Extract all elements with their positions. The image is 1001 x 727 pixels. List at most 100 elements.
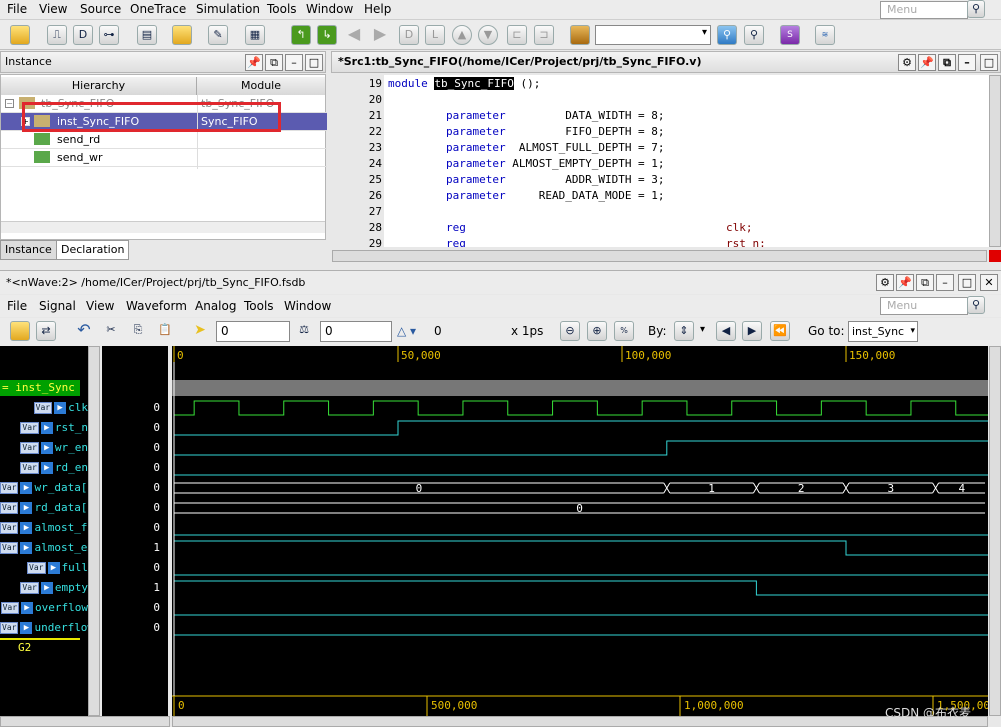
menu-window[interactable]: Window xyxy=(306,2,353,16)
up-icon[interactable]: ▲ xyxy=(452,25,472,45)
settings-icon[interactable]: ⚙ xyxy=(876,274,894,291)
schematic-icon[interactable]: D xyxy=(73,25,93,45)
back-arrow-icon[interactable]: ◀ xyxy=(344,25,364,45)
pin-icon[interactable]: 📌 xyxy=(896,274,914,291)
minimize-button[interactable]: – xyxy=(936,274,954,291)
signal-name[interactable]: Var▶almost_full xyxy=(0,518,88,538)
maximize-button[interactable]: □ xyxy=(980,54,998,71)
signal-name[interactable]: Var ▶ rst_n xyxy=(0,418,88,438)
zoom-out-icon[interactable]: ⊖ xyxy=(560,321,580,341)
chevron-down-icon[interactable]: ▾ xyxy=(702,27,707,38)
undock-icon[interactable]: ⧉ xyxy=(938,54,956,71)
search-icon[interactable]: ⚲ xyxy=(967,296,985,314)
wave-horizontal-scrollbar[interactable] xyxy=(172,716,988,727)
waveform-icon[interactable]: ⎍ xyxy=(47,25,67,45)
source-vertical-scrollbar[interactable] xyxy=(989,75,1001,247)
nwave-menu-window[interactable]: Window xyxy=(284,299,331,313)
close-button[interactable]: ✕ xyxy=(980,274,998,291)
zoom-fit-icon[interactable]: % xyxy=(614,321,634,341)
find-next-icon[interactable]: ⚲ xyxy=(744,25,764,45)
group-row[interactable]: = inst_Sync xyxy=(0,380,80,396)
load-icon[interactable]: L xyxy=(425,25,445,45)
folder-icon[interactable] xyxy=(172,25,192,45)
signal-icon[interactable]: S xyxy=(780,25,800,45)
paste-icon[interactable]: 📋 xyxy=(155,321,175,341)
signal-name[interactable]: Var ▶ empty xyxy=(0,578,88,598)
settings-icon[interactable]: ⚙ xyxy=(898,54,916,71)
next-edge-button[interactable]: ▶ xyxy=(742,321,762,341)
document-icon[interactable]: ▦ xyxy=(245,25,265,45)
goto-select[interactable]: inst_Sync ▾ xyxy=(848,321,918,342)
name-horizontal-scrollbar[interactable] xyxy=(0,716,170,727)
pin-icon[interactable]: 📌 xyxy=(918,54,936,71)
trace-down-icon[interactable]: ↳ xyxy=(317,25,337,45)
tree-row[interactable]: send_rd xyxy=(1,131,327,149)
signal-name[interactable]: Var ▶ overflow xyxy=(0,598,88,618)
nwave-menu-search[interactable]: Menu xyxy=(880,297,968,315)
edit-icon[interactable]: ✎ xyxy=(208,25,228,45)
forward-arrow-icon[interactable]: ▶ xyxy=(370,25,390,45)
maximize-button[interactable]: □ xyxy=(958,274,976,291)
driver-icon[interactable]: D xyxy=(399,25,419,45)
schematic-tool-icon[interactable]: ≋ xyxy=(815,25,835,45)
horizontal-scrollbar[interactable] xyxy=(1,221,325,233)
menu-source[interactable]: Source xyxy=(80,2,121,16)
zoom-in-icon[interactable]: ⊕ xyxy=(587,321,607,341)
tree-row[interactable]: send_wr xyxy=(1,149,327,167)
delta-icon[interactable]: △ ▾ xyxy=(397,324,416,338)
collapse-icon[interactable]: − xyxy=(5,99,14,108)
chevron-down-icon[interactable]: ▾ xyxy=(910,322,915,341)
source-horizontal-scrollbar[interactable] xyxy=(332,250,987,262)
open-folder-icon[interactable] xyxy=(10,321,30,341)
menu-view[interactable]: View xyxy=(39,2,67,16)
prev-edge-button[interactable]: ◀ xyxy=(716,321,736,341)
nwave-menu-analog[interactable]: Analog xyxy=(195,299,236,313)
maximize-button[interactable]: □ xyxy=(305,54,323,71)
hierarchy-icon[interactable]: ⊶ xyxy=(99,25,119,45)
menu-search-input[interactable]: Menu xyxy=(880,1,968,19)
tab-declaration[interactable]: Declaration xyxy=(56,240,130,260)
tab-instance[interactable]: Instance xyxy=(0,240,57,260)
down-icon[interactable]: ▼ xyxy=(478,25,498,45)
signal-name[interactable]: Var ▶ wr_en xyxy=(0,438,88,458)
marker-time-input[interactable]: 0 xyxy=(320,321,392,342)
marker-icon[interactable]: ⚖ xyxy=(294,321,314,341)
nwave-menu-file[interactable]: File xyxy=(7,299,27,313)
connect-icon[interactable]: ⊏ xyxy=(507,25,527,45)
undo-icon[interactable]: ↶ xyxy=(74,321,94,341)
minimize-button[interactable]: – xyxy=(958,54,976,71)
search-icon[interactable]: ⚲ xyxy=(967,0,985,18)
trace-up-icon[interactable]: ↰ xyxy=(291,25,311,45)
bookmark-icon[interactable] xyxy=(570,25,590,45)
signal-name[interactable]: Var▶rd_data[7:0] xyxy=(0,498,88,518)
pointer-icon[interactable]: ➤ xyxy=(190,321,210,341)
nwave-menu-waveform[interactable]: Waveform xyxy=(126,299,187,313)
undock-icon[interactable]: ⧉ xyxy=(265,54,283,71)
window-icon[interactable]: ▤ xyxy=(137,25,157,45)
menu-simulation[interactable]: Simulation xyxy=(196,2,260,16)
menu-help[interactable]: Help xyxy=(364,2,391,16)
source-code-view[interactable]: 19 module tb_Sync_FIFO (); 20 21 paramet… xyxy=(332,75,989,247)
module-column-header[interactable]: Module xyxy=(197,77,325,95)
signal-name[interactable]: Var▶wr_data[7:0] xyxy=(0,478,88,498)
waveform-canvas[interactable]: 0 50,000 100,000 150,000 0 1 2 3 4 0 0 500,000 1,000… xyxy=(172,346,997,716)
pin-icon[interactable]: 📌 xyxy=(245,54,263,71)
names-scrollbar[interactable] xyxy=(88,346,100,716)
menu-file[interactable]: File xyxy=(7,2,27,16)
open-folder-icon[interactable] xyxy=(10,25,30,45)
signal-name[interactable]: Var▶almost_empty xyxy=(0,538,88,558)
signal-name[interactable]: Var▶underflow xyxy=(0,618,88,638)
copy-icon[interactable]: ⎘ xyxy=(128,321,148,341)
hierarchy-column-header[interactable]: Hierarchy xyxy=(1,77,197,95)
chevron-down-icon[interactable]: ▾ xyxy=(700,324,705,335)
expand-icon[interactable]: ⊐ xyxy=(534,25,554,45)
nwave-menu-signal[interactable]: Signal xyxy=(39,299,76,313)
nwave-menu-tools[interactable]: Tools xyxy=(244,299,274,313)
waveform-pane[interactable]: 0 50,000 100,000 150,000 0 1 2 3 4 0 0 500,000 1,000… xyxy=(172,346,997,716)
signal-name[interactable]: Var ▶ rd_en xyxy=(0,458,88,478)
rewind-icon[interactable]: ⏪ xyxy=(770,321,790,341)
search-combo[interactable]: ▾ xyxy=(595,25,711,45)
cursor-time-input[interactable]: 0 xyxy=(216,321,290,342)
search-by-icon[interactable]: ⇕ xyxy=(674,321,694,341)
nwave-menu-view[interactable]: View xyxy=(86,299,114,313)
